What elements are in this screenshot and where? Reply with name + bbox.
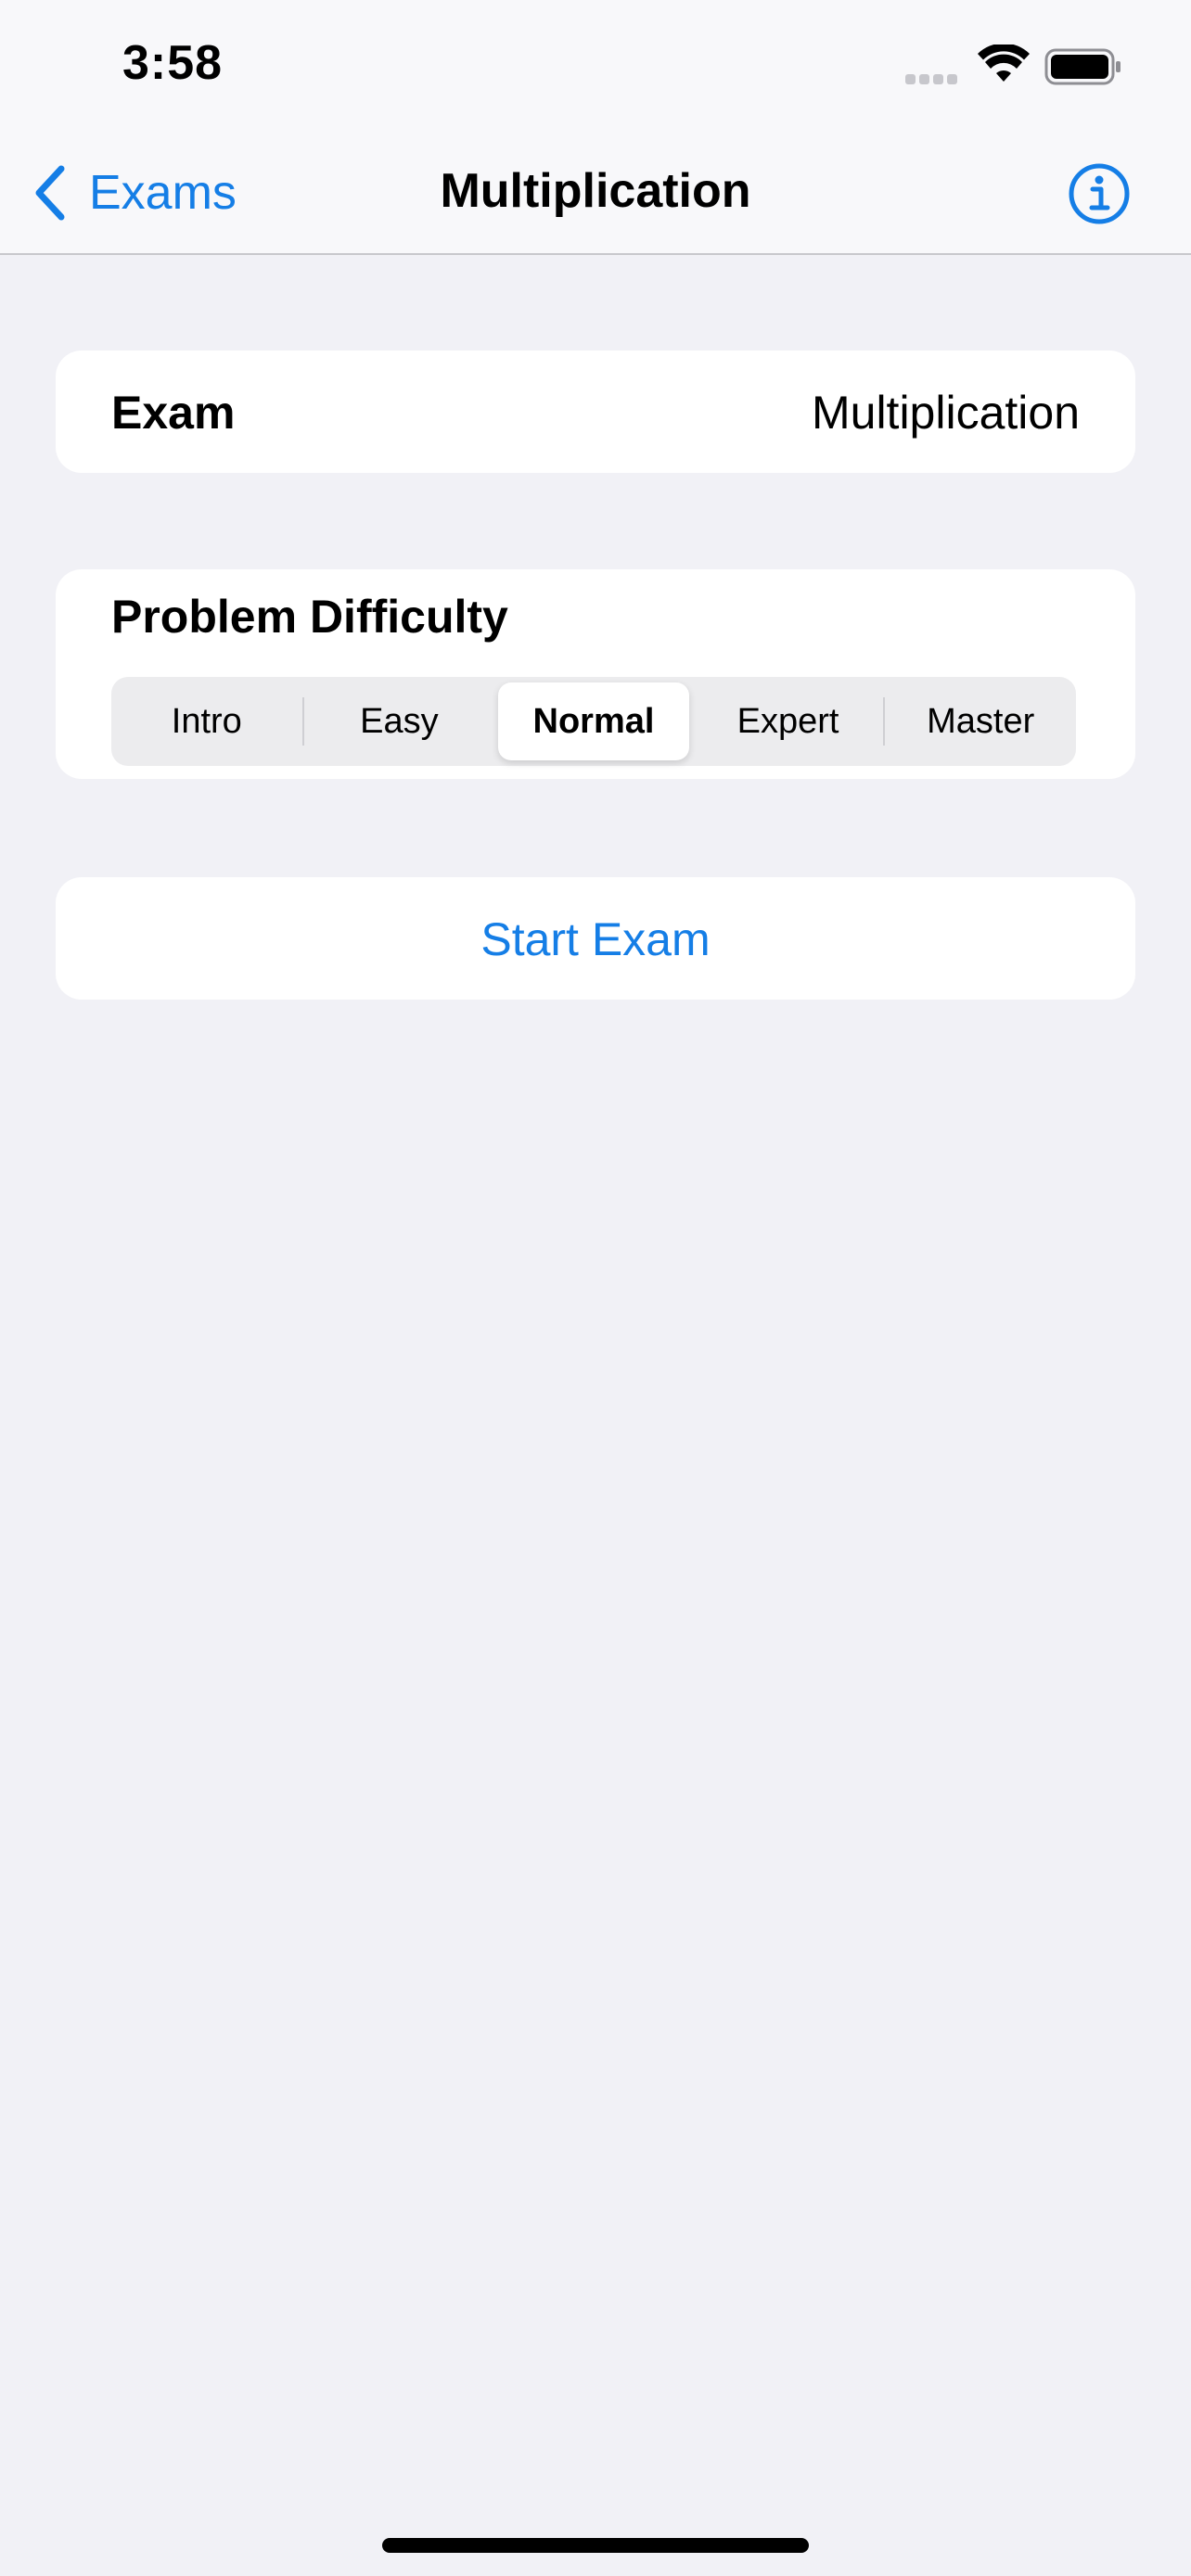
start-exam-label: Start Exam: [480, 913, 711, 965]
segment-expert[interactable]: Expert: [693, 677, 884, 766]
page-title: Multiplication: [440, 164, 751, 218]
segment-master[interactable]: Master: [885, 677, 1076, 766]
difficulty-title: Problem Difficulty: [111, 591, 508, 643]
wifi-icon: [978, 45, 1030, 82]
segment-intro[interactable]: Intro: [111, 677, 302, 766]
cellular-signal-icon: [905, 72, 961, 84]
exam-value: Multiplication: [811, 387, 1080, 439]
segment-easy[interactable]: Easy: [304, 677, 495, 766]
difficulty-segmented-control: Intro Easy Normal Expert Master: [111, 677, 1076, 766]
exam-label: Exam: [111, 387, 236, 439]
segment-divider: [494, 697, 496, 746]
segment-normal[interactable]: Normal: [498, 682, 689, 760]
status-time: 3:58: [122, 36, 224, 90]
status-bar: 3:58: [0, 0, 1191, 130]
navigation-bar: Exams Multiplication: [0, 130, 1191, 255]
start-exam-button[interactable]: Start Exam: [56, 877, 1135, 1000]
difficulty-section: Problem Difficulty Intro Easy Normal Exp…: [56, 569, 1135, 779]
exam-row: Exam Multiplication: [56, 351, 1135, 473]
home-indicator: [382, 2538, 809, 2553]
battery-icon: [1044, 48, 1121, 85]
info-circle-icon[interactable]: [1067, 161, 1132, 226]
